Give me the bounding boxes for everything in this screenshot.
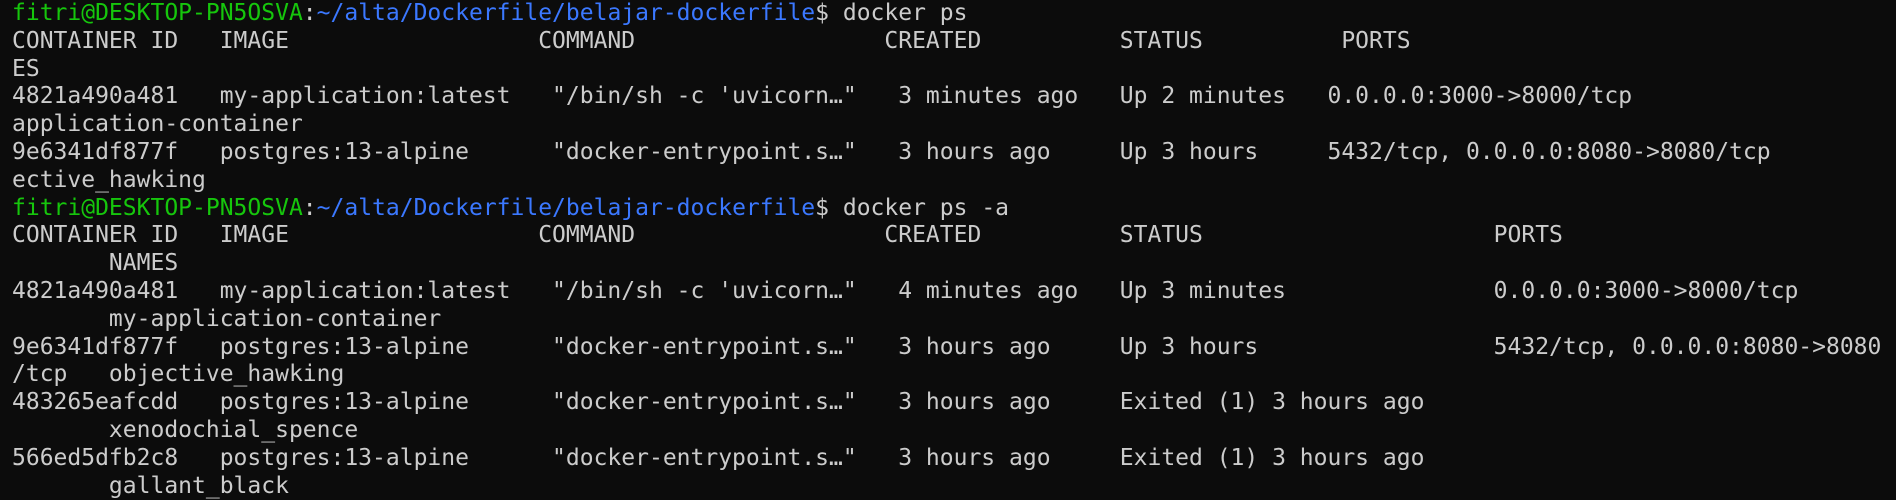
ps-a-row-wrap-line: gallant_black	[12, 472, 289, 499]
prompt-dollar: $	[815, 194, 843, 221]
ps-header-line: CONTAINER ID IMAGE COMMAND CREATED STATU…	[12, 27, 1896, 54]
ps-a-header-wrap-line: NAMES	[12, 250, 179, 277]
terminal-window[interactable]: fitri@DESKTOP-PN5OSVA:~/alta/Dockerfile/…	[0, 0, 1896, 500]
ps-row-wrap-line: application-container	[12, 111, 303, 138]
ps-a-row-line: 9e6341df877f postgres:13-alpine "docker-…	[12, 333, 1882, 360]
ps-row-line: 4821a490a481 my-application:latest "/bin…	[12, 83, 1896, 110]
ps-row-wrap-line: ective_hawking	[12, 166, 206, 193]
prompt-user: fitri@DESKTOP-PN5OSVA	[12, 194, 303, 221]
prompt-line-1: fitri@DESKTOP-PN5OSVA:~/alta/Dockerfile/…	[12, 0, 1896, 28]
command-text: docker ps	[842, 0, 968, 26]
ps-a-row-wrap-line: /tcp objective_hawking	[12, 361, 345, 388]
ps-a-header-line: CONTAINER ID IMAGE COMMAND CREATED STATU…	[12, 222, 1563, 249]
ps-row-line: 9e6341df877f postgres:13-alpine "docker-…	[12, 138, 1896, 165]
prompt-separator: :	[302, 0, 317, 26]
ps-a-row-wrap-line: my-application-container	[12, 305, 442, 332]
command-text: docker ps -a	[842, 194, 1010, 221]
prompt-path: ~/alta/Dockerfile/belajar-dockerfile	[316, 194, 816, 221]
prompt-user: fitri@DESKTOP-PN5OSVA	[12, 0, 303, 26]
prompt-line-2: fitri@DESKTOP-PN5OSVA:~/alta/Dockerfile/…	[12, 195, 1896, 223]
prompt-dollar: $	[815, 0, 843, 26]
ps-a-row-line: 566ed5dfb2c8 postgres:13-alpine "docker-…	[12, 444, 1425, 471]
prompt-path: ~/alta/Dockerfile/belajar-dockerfile	[316, 0, 816, 26]
ps-a-row-wrap-line: xenodochial_spence	[12, 416, 359, 443]
ps-header-wrap-line: ES	[12, 55, 40, 82]
prompt-separator: :	[302, 194, 317, 221]
ps-a-row-line: 4821a490a481 my-application:latest "/bin…	[12, 277, 1799, 304]
ps-a-row-line: 483265eafcdd postgres:13-alpine "docker-…	[12, 389, 1425, 416]
